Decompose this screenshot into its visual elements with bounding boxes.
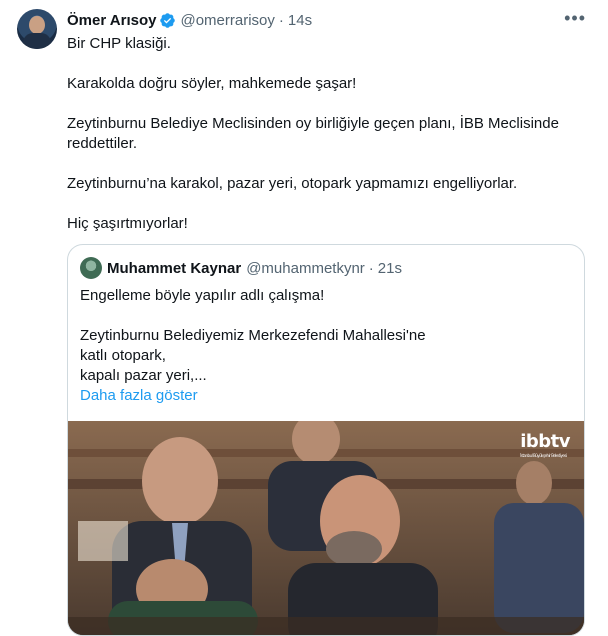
- quoted-author-handle[interactable]: @muhammetkynr: [246, 260, 365, 277]
- quoted-line: kapalı pazar yeri,...: [80, 367, 207, 384]
- tweet-header: Ömer Arısoy @omerrarisoy · 14s: [67, 10, 312, 30]
- author-avatar[interactable]: [17, 9, 57, 49]
- tweet-line: Zeytinburnu Belediye Meclisinden oy birl…: [67, 115, 559, 152]
- quoted-author-name[interactable]: Muhammet Kaynar: [107, 260, 241, 277]
- show-more-link[interactable]: Daha fazla göster: [80, 386, 570, 406]
- more-horizontal-icon[interactable]: •••: [564, 8, 586, 29]
- author-handle[interactable]: @omerrarisoy: [180, 12, 274, 29]
- tweet-line: Zeytinburnu’na karakol, pazar yeri, otop…: [67, 175, 518, 192]
- tweet-line: Hiç şaşırtmıyorlar!: [67, 215, 188, 232]
- tweet-line: Karakolda doğru söyler, mahkemede şaşar!: [67, 75, 357, 92]
- council-scene-image: [68, 421, 584, 635]
- separator-dot: ·: [278, 11, 284, 29]
- quoted-tweet-header: Muhammet Kaynar @muhammetkynr · 21s: [80, 257, 402, 279]
- quoted-line: Zeytinburnu Belediyemiz Merkezefendi Mah…: [80, 327, 426, 344]
- quoted-line: Engelleme böyle yapılır adlı çalışma!: [80, 287, 325, 304]
- quoted-video-thumbnail[interactable]: ibbtv İstanbul Büyükşehir Belediyesi: [68, 421, 584, 635]
- separator-dot: ·: [368, 259, 374, 277]
- quoted-author-avatar[interactable]: [80, 257, 102, 279]
- tweet-time[interactable]: 14s: [288, 12, 312, 29]
- quoted-line: katlı otopark,: [80, 347, 166, 364]
- quoted-tweet-body: Engelleme böyle yapılır adlı çalışma! Ze…: [80, 286, 570, 406]
- tweet-line: Bir CHP klasiği.: [67, 35, 171, 52]
- verified-badge-icon: [160, 12, 176, 28]
- ibbtv-watermark: ibbtv İstanbul Büyükşehir Belediyesi: [520, 431, 570, 458]
- quoted-tweet-time[interactable]: 21s: [378, 260, 402, 277]
- quoted-tweet[interactable]: Muhammet Kaynar @muhammetkynr · 21s Enge…: [67, 244, 585, 636]
- tweet-body: Bir CHP klasiği. Karakolda doğru söyler,…: [67, 34, 587, 234]
- author-name[interactable]: Ömer Arısoy: [67, 12, 156, 29]
